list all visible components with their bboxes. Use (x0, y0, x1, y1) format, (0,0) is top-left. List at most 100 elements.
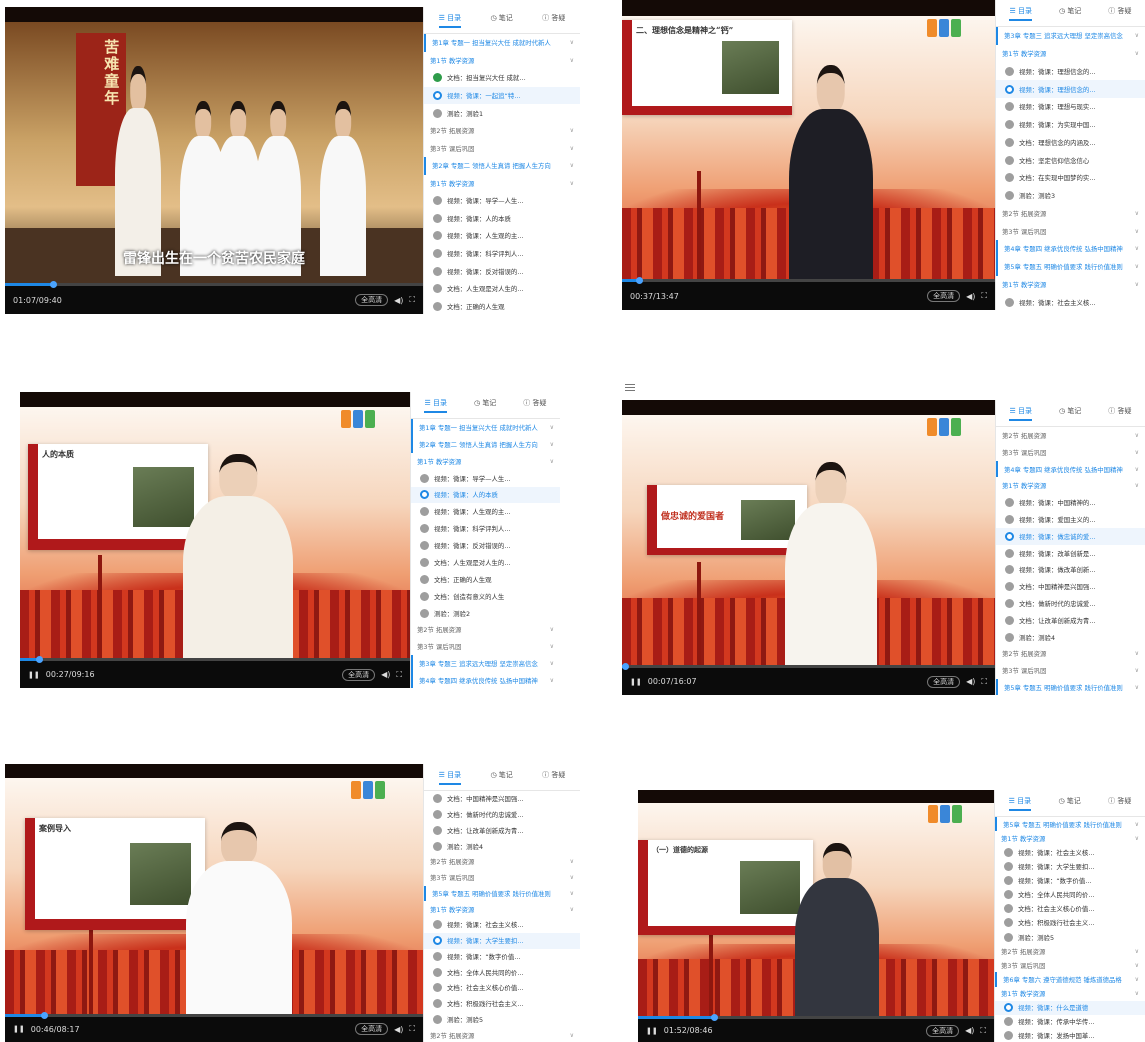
lesson-item[interactable]: 视频：微课：人的本质 (424, 210, 580, 228)
quality-button[interactable]: 全高清 (926, 1024, 960, 1037)
lesson-item[interactable]: 视频：微课：理想与现实… (996, 98, 1145, 116)
tab-qa[interactable]: ⓘ 答疑 (523, 398, 546, 413)
section-heading[interactable]: 第2节 拓展资源 ∨ (995, 944, 1145, 958)
lesson-item[interactable]: 视频：微课：“数字价值… (424, 949, 580, 965)
lesson-item[interactable]: 文档：坚定信仰信念信心 (996, 151, 1145, 169)
volume-icon[interactable]: ◀) (394, 296, 403, 305)
lesson-item[interactable]: 文档：社会主义核心价值… (995, 902, 1145, 916)
lesson-item[interactable]: 视频：微课：人生观的主… (411, 503, 560, 520)
progress-handle[interactable] (40, 1011, 48, 1019)
lesson-item[interactable]: 视频：微课：导学—人生… (411, 470, 560, 487)
progress-bar[interactable] (5, 1011, 423, 1019)
tab-qa[interactable]: ⓘ 答疑 (1108, 6, 1131, 21)
tab-notes[interactable]: ◷ 笔记 (490, 770, 512, 785)
section-heading[interactable]: 第3节 课后巩固 ∨ (995, 958, 1145, 972)
section-heading[interactable]: 第3节 课后巩固 ∨ (411, 638, 560, 655)
lesson-item[interactable]: 视频：微课：大学生要扣… (995, 859, 1145, 873)
progress-handle[interactable] (50, 281, 58, 289)
lesson-item[interactable]: 视频：微课：改革创新是… (996, 545, 1145, 562)
tab-catalog[interactable]: ☰ 目录 (438, 770, 462, 785)
video-player[interactable]: （一）道德的起源 ❚❚ 01:52/08:46 全高清 ◀) ⛶ (638, 790, 994, 1042)
section-heading[interactable]: 第1节 教学资源 ∨ (424, 901, 580, 917)
tab-notes[interactable]: ◷ 笔记 (1058, 796, 1080, 811)
progress-handle[interactable] (710, 1014, 718, 1022)
lesson-item[interactable]: 视频：微课：大学生要扣… (424, 932, 580, 949)
fullscreen-icon[interactable]: ⛶ (981, 677, 987, 687)
progress-bar[interactable] (638, 1014, 994, 1022)
tab-qa[interactable]: ⓘ 答疑 (542, 770, 565, 785)
progress-bar[interactable] (622, 663, 995, 671)
lesson-item[interactable]: 文档：担当复兴大任 成就… (424, 69, 580, 87)
chapter-heading[interactable]: 第1章 专题一 担当复兴大任 成就时代新人 ∨ (411, 419, 560, 436)
progress-bar[interactable] (622, 277, 995, 285)
fullscreen-icon[interactable]: ⛶ (409, 1024, 415, 1034)
volume-icon[interactable]: ◀) (381, 670, 390, 679)
quality-button[interactable]: 全高清 (927, 290, 961, 303)
fullscreen-icon[interactable]: ⛶ (980, 1026, 986, 1036)
section-heading[interactable]: 第1节 教学资源 ∨ (995, 831, 1145, 845)
lesson-item[interactable]: 视频：微课：科学评判人… (424, 245, 580, 263)
tab-qa[interactable]: ⓘ 答疑 (542, 13, 565, 28)
lesson-item[interactable]: 视频：微课：爱国主义的… (996, 511, 1145, 528)
video-player[interactable]: 做忠诚的爱国者 ❚❚ 00:07/16:07 全高清 ◀) ⛶ (622, 400, 995, 695)
progress-handle[interactable] (36, 656, 44, 664)
video-player[interactable]: 人的本质 ❚❚ 00:27/09:16 全高清 ◀) ⛶ (20, 392, 410, 688)
quality-button[interactable]: 全高清 (342, 668, 376, 681)
lesson-item[interactable]: 文档：中国精神是兴国强… (424, 791, 580, 807)
chapter-heading[interactable]: 第5章 专题五 明确价值要求 践行价值准则 ∨ (995, 817, 1145, 832)
lesson-item[interactable]: 测验：测验4 (996, 629, 1145, 646)
lesson-item[interactable]: 文档：正确的人生观 (424, 297, 580, 314)
chapter-heading[interactable]: 第4章 专题四 继承优良传统 弘扬中国精神 ∨ (411, 672, 560, 688)
tab-notes[interactable]: ◷ 笔记 (1059, 6, 1081, 21)
lesson-item[interactable]: 文档：中国精神是兴国强… (996, 578, 1145, 595)
lesson-item[interactable]: 视频：微课：“数字价值… (995, 874, 1145, 888)
section-heading[interactable]: 第1节 教学资源 ∨ (995, 987, 1145, 1001)
lesson-item[interactable]: 文档：人生观是对人生的… (411, 554, 560, 571)
volume-icon[interactable]: ◀) (966, 677, 975, 686)
section-heading[interactable]: 第1节 教学资源 ∨ (996, 45, 1145, 63)
lesson-item[interactable]: 视频：微课：理想信念的… (996, 80, 1145, 98)
volume-icon[interactable]: ◀) (966, 292, 975, 301)
lesson-item[interactable]: 测验：测验5 (995, 930, 1145, 944)
lesson-item[interactable]: 视频：微课：社会主义核… (995, 845, 1145, 859)
lesson-item[interactable]: 文档：积极践行社会主义… (424, 996, 580, 1012)
lesson-item[interactable]: 文档：理想信念的内涵及… (996, 134, 1145, 152)
lesson-item[interactable]: 文档：创造有意义的人生 (411, 588, 560, 605)
lesson-item[interactable]: 视频：微课：一起追“特… (424, 86, 580, 105)
lesson-item[interactable]: 测验：测验2 (411, 605, 560, 622)
lesson-item[interactable]: 视频：微课：做改革创新… (996, 562, 1145, 579)
section-heading[interactable]: 第1节 教学资源 ∨ (424, 52, 580, 70)
volume-icon[interactable]: ◀) (965, 1026, 974, 1035)
chapter-heading[interactable]: 第3章 专题三 追求远大理想 坚定崇高信念 ∨ (411, 655, 560, 673)
lesson-item[interactable]: 文档：人生观是对人生的… (424, 280, 580, 298)
tab-notes[interactable]: ◷ 笔记 (474, 398, 496, 413)
pause-icon[interactable]: ❚❚ (28, 671, 40, 679)
chapter-heading[interactable]: 第4章 专题四 继承优良传统 弘扬中国精神 ∨ (996, 460, 1145, 478)
section-heading[interactable]: 第1节 教学资源 ∨ (424, 175, 580, 193)
menu-icon[interactable] (625, 384, 635, 391)
progress-bar[interactable] (20, 656, 410, 664)
pause-icon[interactable]: ❚❚ (13, 1025, 25, 1033)
chapter-heading[interactable]: 第5章 专题五 明确价值要求 践行价值准则 ∨ (996, 257, 1145, 276)
lesson-item[interactable]: 文档：全体人民共同的价… (995, 888, 1145, 902)
lesson-item[interactable]: 视频：微课：社会主义核… (424, 917, 580, 933)
tab-catalog[interactable]: ☰ 目录 (1009, 6, 1032, 21)
lesson-item[interactable]: 文档：正确的人生观 (411, 571, 560, 588)
chapter-heading[interactable]: 第2章 专题二 领悟人生真谛 把握人生方向 ∨ (424, 156, 580, 175)
section-heading[interactable]: 第3节 课后巩固 ∨ (996, 222, 1145, 240)
lesson-item[interactable]: 视频：微课：中国精神的… (996, 494, 1145, 511)
fullscreen-icon[interactable]: ⛶ (981, 291, 987, 301)
lesson-item[interactable]: 视频：微课：发扬中国革… (995, 1029, 1145, 1042)
chapter-heading[interactable]: 第1章 专题一 担当复兴大任 成就时代新人 ∨ (424, 34, 580, 52)
lesson-item[interactable]: 视频：微课：什么是道德 (995, 1000, 1145, 1015)
lesson-item[interactable]: 文档：社会主义核心价值… (424, 980, 580, 996)
pause-icon[interactable]: ❚❚ (646, 1027, 658, 1035)
chapter-heading[interactable]: 第6章 专题六 遵守道德规范 锤炼道德品格 ∨ (995, 972, 1145, 987)
lesson-item[interactable]: 文档：让改革创新成为青… (996, 612, 1145, 629)
lesson-item[interactable]: 视频：微课：社会主义核… (996, 293, 1145, 310)
section-heading[interactable]: 第3节 课后巩固 ∨ (996, 444, 1145, 461)
tab-catalog[interactable]: ☰ 目录 (424, 398, 447, 413)
lesson-item[interactable]: 文档：在实现中国梦的实… (996, 169, 1145, 187)
fullscreen-icon[interactable]: ⛶ (396, 670, 402, 680)
section-heading[interactable]: 第2节 拓展资源 ∨ (424, 854, 580, 870)
